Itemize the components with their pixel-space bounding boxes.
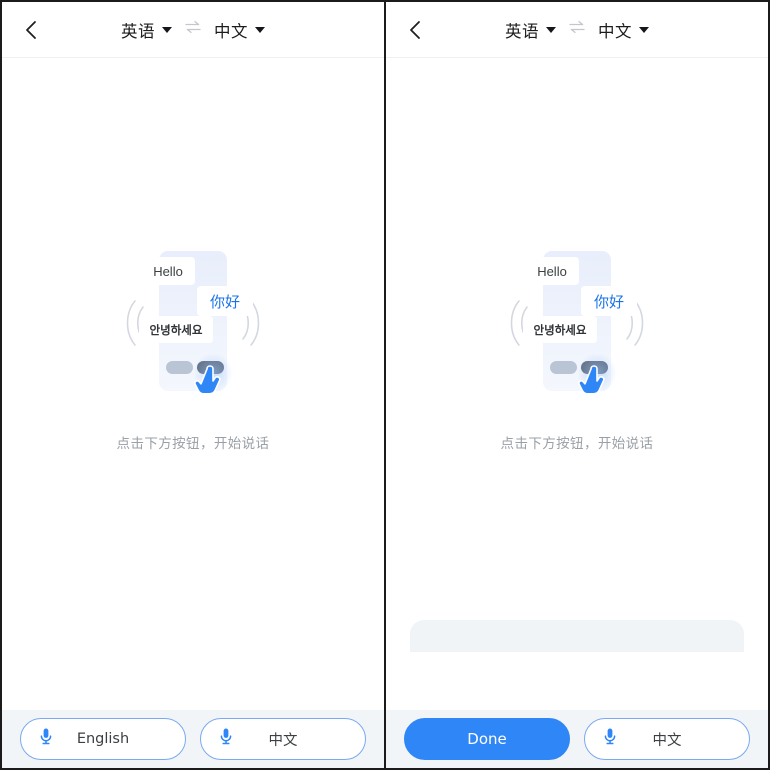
mic-button-label: 中文 xyxy=(652,732,682,749)
target-language-label: 中文 xyxy=(598,21,632,41)
bottom-action-bar-left: English 中文 xyxy=(2,710,384,768)
hint-text: 点击下方按钮，开始说话 xyxy=(116,436,270,452)
target-language-label: 中文 xyxy=(214,21,248,41)
microphone-icon xyxy=(603,728,617,751)
svg-text:Hello: Hello xyxy=(153,264,183,279)
source-language-dropdown[interactable]: 英语 xyxy=(505,18,556,42)
onboarding-illustration-block: Hello 你好 안녕하세요 点击下方按钮，开始说话 xyxy=(73,233,313,452)
microphone-icon xyxy=(219,728,233,751)
main-content-right: Hello 你好 안녕하세요 点击下方按钮，开始说话 xyxy=(386,58,768,710)
chevron-left-icon xyxy=(23,18,39,42)
mic-button-chinese[interactable]: 中文 xyxy=(200,718,366,760)
mic-button-label: English xyxy=(76,731,130,747)
target-language-dropdown[interactable]: 中文 xyxy=(214,18,265,42)
mic-button-english[interactable]: English xyxy=(20,718,186,760)
svg-text:你好: 你好 xyxy=(594,293,624,311)
onboarding-illustration-block: Hello 你好 안녕하세요 点击下方按钮，开始说话 xyxy=(457,233,697,452)
caret-down-icon xyxy=(162,26,172,33)
swap-horizontal-icon[interactable] xyxy=(567,19,587,40)
mic-button-chinese[interactable]: 中文 xyxy=(584,718,750,760)
dual-screenshot-container: 英语 中文 Hello 你好 안녕하세요 点击下方按钮，开始说话 English… xyxy=(0,0,770,770)
source-language-label: 英语 xyxy=(121,21,155,41)
source-language-label: 英语 xyxy=(505,21,539,41)
phone-button-left xyxy=(166,361,193,374)
screen-idle: 英语 中文 Hello 你好 안녕하세요 点击下方按钮，开始说话 English… xyxy=(2,2,384,768)
translation-illustration: Hello 你好 안녕하세요 xyxy=(126,251,260,395)
svg-text:안녕하세요: 안녕하세요 xyxy=(150,323,203,337)
mic-button-label: 中文 xyxy=(268,732,298,749)
caret-down-icon xyxy=(639,26,649,33)
screen-listening: 英语 中文 Hello 你好 안녕하세요 点击下方按钮，开始说话 Done 中文 xyxy=(386,2,768,768)
microphone-icon xyxy=(39,728,53,751)
svg-text:Hello: Hello xyxy=(537,264,567,279)
done-button[interactable]: Done xyxy=(404,718,570,760)
translation-illustration: Hello 你好 안녕하세요 xyxy=(510,251,644,395)
swap-horizontal-icon[interactable] xyxy=(183,19,203,40)
svg-text:안녕하세요: 안녕하세요 xyxy=(534,323,587,337)
speech-recognition-panel: please speak... xyxy=(410,620,744,652)
phone-button-left xyxy=(550,361,577,374)
caret-down-icon xyxy=(255,26,265,33)
app-header: 英语 中文 xyxy=(386,2,768,58)
bottom-action-bar-right: Done 中文 xyxy=(386,710,768,768)
hint-text: 点击下方按钮，开始说话 xyxy=(500,436,654,452)
app-header: 英语 中文 xyxy=(2,2,384,58)
language-selector-group: 英语 中文 xyxy=(505,18,649,42)
back-button[interactable] xyxy=(396,2,434,57)
back-button[interactable] xyxy=(12,2,50,57)
chevron-left-icon xyxy=(407,18,423,42)
language-selector-group: 英语 中文 xyxy=(121,18,265,42)
main-content-left: Hello 你好 안녕하세요 点击下方按钮，开始说话 xyxy=(2,58,384,710)
source-language-dropdown[interactable]: 英语 xyxy=(121,18,172,42)
caret-down-icon xyxy=(546,26,556,33)
target-language-dropdown[interactable]: 中文 xyxy=(598,18,649,42)
done-button-label: Done xyxy=(467,730,507,748)
svg-text:你好: 你好 xyxy=(210,293,240,311)
